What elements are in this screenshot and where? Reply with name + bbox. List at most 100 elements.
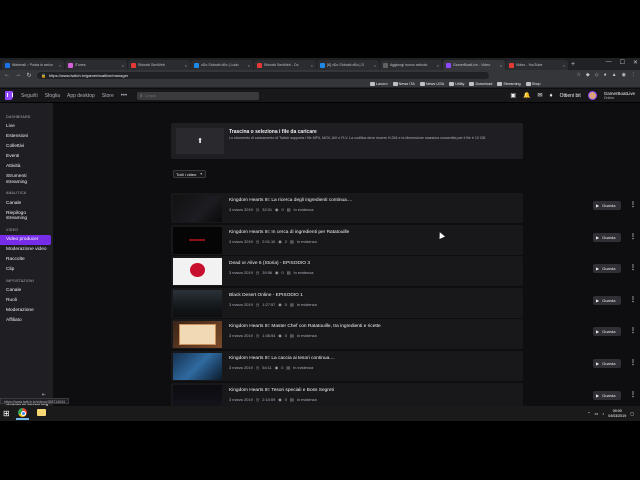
extension-icon[interactable]: ◆ (586, 72, 590, 78)
sidebar-item[interactable]: Canale (0, 198, 53, 208)
video-thumbnail[interactable] (173, 195, 222, 222)
more-options-icon[interactable]: ⋮ (630, 296, 636, 303)
get-bits-button[interactable]: Ottieni bit (560, 93, 581, 99)
profile-icon[interactable]: ◉ (622, 72, 626, 78)
sidebar-item[interactable]: Riepilogo streaming (0, 208, 53, 223)
address-bar[interactable]: 🔒 https://www.twitch.tv/gamerboatlive/ma… (37, 71, 489, 79)
inbox-icon[interactable]: ▣ (510, 92, 516, 99)
extension-icon[interactable]: ● (604, 72, 607, 78)
video-thumbnail[interactable] (173, 289, 222, 317)
watch-button[interactable]: ▶ Guarda (593, 390, 621, 400)
watch-button[interactable]: ▶ Guarda (593, 327, 621, 337)
sidebar-item[interactable]: Attività (0, 162, 53, 172)
upload-dropzone[interactable]: ⬆ Trascina o seleziona i file da caricar… (171, 123, 523, 159)
video-row[interactable]: Kingdom Hearts III: Master Chef con Rata… (171, 319, 636, 350)
notifications-icon[interactable]: 🔔 (523, 92, 530, 99)
watch-button[interactable]: ▶ Guarda (593, 264, 621, 274)
watch-button[interactable]: ▶ Guarda (593, 232, 621, 242)
sidebar-item[interactable]: Eventi (0, 152, 53, 162)
sidebar-item[interactable]: Strumenti streaming (0, 172, 53, 187)
video-thumbnail[interactable] (173, 321, 222, 349)
tab-close-icon[interactable]: × (311, 63, 313, 68)
network-icon[interactable]: ▭ (594, 411, 598, 416)
nav-link-following[interactable]: Segui/ti (21, 93, 38, 99)
browser-tab[interactable]: xDo Shinobi xBo | Ludo × (191, 60, 253, 70)
browser-tab[interactable]: Aggiungi nuovo articolo × (380, 60, 442, 70)
sidebar-item[interactable]: Collettivi (0, 142, 53, 152)
video-filter-select[interactable]: Tutti i video ▼ (173, 170, 206, 178)
extension-icon[interactable]: ◇ (595, 72, 599, 78)
forward-icon[interactable]: → (15, 72, 21, 78)
close-window-button[interactable]: ✕ (633, 59, 638, 66)
reload-icon[interactable]: ↻ (26, 72, 32, 79)
avatar[interactable] (587, 91, 597, 100)
sidebar-item[interactable]: Raccolte (0, 255, 53, 265)
new-tab-button[interactable]: + (571, 60, 575, 70)
video-thumbnail[interactable] (173, 258, 222, 286)
search-input[interactable] (144, 93, 245, 98)
sidebar-item[interactable]: Live (0, 122, 53, 132)
tab-close-icon[interactable]: × (122, 63, 124, 68)
video-title[interactable]: Kingdom Hearts III: Tesori speciali e Bo… (229, 388, 334, 393)
star-icon[interactable]: ☆ (576, 72, 580, 78)
browser-tab[interactable]: iTunes × (65, 60, 127, 70)
browser-tab[interactable]: Shinobi SeoWeb - Oc × (254, 60, 316, 70)
sidebar-item[interactable]: Moderazione video (0, 245, 53, 255)
video-thumbnail[interactable] (173, 353, 222, 380)
bookmark-folder[interactable]: Streaming (497, 81, 521, 86)
watch-button[interactable]: ▶ Guarda (593, 295, 621, 305)
bookmark-folder[interactable]: News USA (419, 81, 444, 86)
watch-button[interactable]: ▶ Guarda (593, 201, 621, 210)
video-row[interactable]: Dead or Alive 6 (Storia) - EPISODIO 3 3 m… (171, 256, 636, 287)
browser-tab[interactable]: Shinobi SeoWeb × (128, 60, 190, 70)
bookmark-folder[interactable]: Utility (449, 81, 464, 86)
bookmark-folder[interactable]: Lavoro (370, 81, 388, 86)
tab-close-icon[interactable]: × (59, 63, 61, 68)
extension-icon[interactable]: ▲ (612, 72, 617, 78)
tab-close-icon[interactable]: × (374, 63, 376, 68)
address-url[interactable]: https://www.twitch.tv/gamerboatlive/mana… (49, 73, 128, 78)
more-options-icon[interactable]: ⋮ (630, 233, 636, 240)
minimize-button[interactable]: — (606, 59, 612, 66)
sidebar-item[interactable]: Estensioni (0, 132, 53, 142)
browser-tab[interactable]: Webmail :: Posta in arrivo × (2, 60, 64, 70)
bookmark-folder[interactable]: Shop (525, 81, 541, 86)
taskbar-explorer[interactable] (35, 407, 48, 420)
clock[interactable]: 09:00 04/03/2019 (608, 409, 626, 418)
nav-link-desktop-app[interactable]: App desktop (67, 93, 95, 99)
more-options-icon[interactable]: ⋮ (630, 359, 636, 366)
tray-chevron-icon[interactable]: ⌃ (587, 411, 590, 416)
more-icon[interactable]: ••• (121, 93, 127, 99)
video-title[interactable]: Kingdom Hearts III: Master Chef con Rata… (229, 324, 381, 329)
video-title[interactable]: Kingdom Hearts III: La caccia ai tesori … (229, 356, 335, 361)
video-title[interactable]: Black Desert Online - EPISODIO 1 (229, 293, 303, 298)
video-thumbnail[interactable] (173, 226, 222, 254)
browser-tab[interactable]: Video - YouTube × (506, 60, 568, 70)
taskbar-chrome[interactable] (15, 407, 29, 420)
tab-close-icon[interactable]: × (500, 63, 502, 68)
bookmark-folder[interactable]: News ITA (392, 81, 415, 86)
tab-close-icon[interactable]: × (248, 63, 250, 68)
browser-tab[interactable]: [8] xDo Shinobi xBo | D × (317, 60, 379, 70)
nav-link-store[interactable]: Store (102, 93, 114, 99)
search-box[interactable]: ⌕ (137, 91, 260, 100)
tab-close-icon[interactable]: × (437, 63, 439, 68)
more-options-icon[interactable]: ⋮ (630, 201, 636, 208)
menu-icon[interactable]: ⋮ (631, 72, 636, 78)
tab-close-icon[interactable]: × (563, 63, 565, 68)
more-options-icon[interactable]: ⋮ (630, 391, 636, 398)
sidebar-item[interactable]: Video producer (0, 234, 51, 245)
more-options-icon[interactable]: ⋮ (630, 264, 636, 271)
video-title[interactable]: Kingdom Hearts III: La ricerca degli ing… (229, 198, 352, 203)
notification-center-icon[interactable]: ▢ (630, 411, 634, 416)
video-row[interactable]: Kingdom Hearts III: La caccia ai tesori … (171, 351, 636, 381)
upload-thumb[interactable]: ⬆ (176, 128, 224, 154)
video-row[interactable]: Black Desert Online - EPISODIO 1 3 marzo … (171, 287, 636, 318)
sidebar-item[interactable]: Clip (0, 265, 53, 275)
sidebar-item[interactable]: Canale (0, 286, 53, 296)
more-options-icon[interactable]: ⋮ (630, 327, 636, 334)
video-title[interactable]: Kingdom Hearts III: In cerca di ingredie… (229, 230, 349, 235)
windows-start-icon[interactable]: ⊞ (3, 409, 10, 418)
watch-button[interactable]: ▶ Guarda (593, 359, 621, 368)
video-row[interactable]: Kingdom Hearts III: La ricerca degli ing… (171, 193, 636, 223)
